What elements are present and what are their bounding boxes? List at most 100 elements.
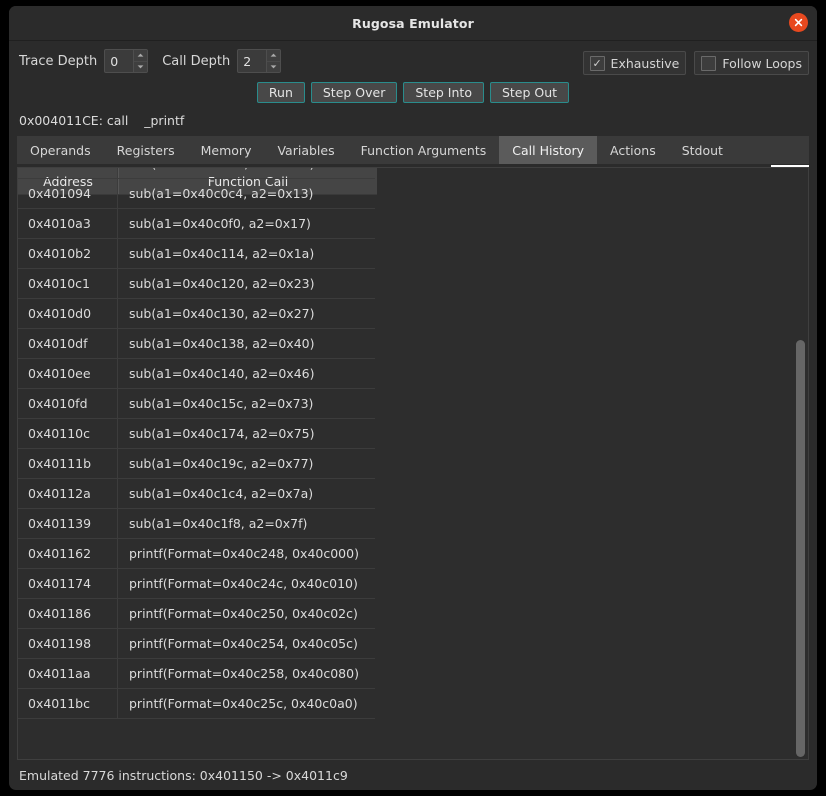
cell-address: 0x4011bc [18,689,118,719]
table-body: 0x401085sub(a1=0x40c0b0, a2=0x0d)0x40109… [18,168,808,759]
call-depth-label: Call Depth [162,53,231,69]
cell-address: 0x401139 [18,509,118,539]
cell-address: 0x40111b [18,449,118,479]
tab-actions[interactable]: Actions [597,136,669,164]
title-bar: Rugosa Emulator [9,6,817,41]
call-depth-down-icon[interactable] [267,62,280,73]
step-into-button[interactable]: Step Into [403,82,484,103]
table-row[interactable]: 0x4010fd sub(a1=0x40c15c, a2=0x73) [18,389,375,419]
table-row[interactable]: 0x4011aa printf(Format=0x40c258, 0x40c080… [18,659,375,689]
option-checkboxes: ✓ Exhaustive Follow Loops [575,51,809,75]
tab-bar: Operands Registers Memory Variables Function… [17,136,809,167]
cell-address: 0x401094 [18,179,118,209]
cell-function-call: sub(a1=0x40c174, a2=0x75) [118,419,375,449]
cell-address: 0x4010a3 [18,209,118,239]
call-history-table: Address Function Call 0x401085sub(a1=0x4… [17,167,809,760]
tab-memory[interactable]: Memory [188,136,265,164]
cell-function-call: printf(Format=0x40c25c, 0x40c0a0) [118,689,375,719]
table-row[interactable]: 0x40111b sub(a1=0x40c19c, a2=0x77) [18,449,375,479]
table-row[interactable]: 0x401174 printf(Format=0x40c24c, 0x40c010… [18,569,375,599]
table-row[interactable]: 0x4010a3 sub(a1=0x40c0f0, a2=0x17) [18,209,375,239]
cell-address: 0x40110c [18,419,118,449]
trace-depth-up-icon[interactable] [134,50,148,62]
cell-function-call: sub(a1=0x40c0c4, a2=0x13) [118,179,375,209]
follow-loops-checkbox[interactable]: Follow Loops [694,51,809,75]
tab-function-arguments[interactable]: Function Arguments [348,136,500,164]
table-row[interactable]: 0x4010ee sub(a1=0x40c140, a2=0x46) [18,359,375,389]
cell-function-call: sub(a1=0x40c1c4, a2=0x7a) [118,479,375,509]
call-depth-stepper[interactable] [237,49,282,73]
table-row[interactable]: 0x4010d0 sub(a1=0x40c130, a2=0x27) [18,299,375,329]
table-row[interactable]: 0x4010df sub(a1=0x40c138, a2=0x40) [18,329,375,359]
table-row[interactable]: 0x4010b2 sub(a1=0x40c114, a2=0x1a) [18,239,375,269]
tab-stdout[interactable]: Stdout [669,136,736,164]
tab-registers[interactable]: Registers [104,136,188,164]
toolbar: Trace Depth Call Depth [9,41,817,81]
table-row[interactable]: 0x40112a sub(a1=0x40c1c4, a2=0x7a) [18,479,375,509]
table-row[interactable]: 0x401186 printf(Format=0x40c250, 0x40c02c… [18,599,375,629]
cell-function-call: sub(a1=0x40c1f8, a2=0x7f) [118,509,375,539]
tab-operands[interactable]: Operands [17,136,104,164]
table-row[interactable]: 0x401085sub(a1=0x40c0b0, a2=0x0d) [18,168,375,179]
trace-depth-down-icon[interactable] [134,62,147,73]
call-depth-up-icon[interactable] [267,50,281,62]
cell-function-call: sub(a1=0x40c19c, a2=0x77) [118,449,375,479]
trace-depth-label: Trace Depth [19,53,98,69]
cell-function-call: printf(Format=0x40c250, 0x40c02c) [118,599,375,629]
current-instruction-line: 0x004011CE: call _printf [19,113,185,128]
emulator-window: Rugosa Emulator Trace Depth Call Depth [9,6,817,790]
close-x-icon [794,18,803,27]
exhaustive-checkbox[interactable]: ✓ Exhaustive [582,51,687,75]
table-row[interactable]: 0x401094 sub(a1=0x40c0c4, a2=0x13) [18,179,375,209]
tab-call-history[interactable]: Call History [499,136,598,164]
cell-function-call: sub(a1=0x40c138, a2=0x40) [118,329,375,359]
cell-address: 0x4010fd [18,389,118,419]
cell-function-call: printf(Format=0x40c258, 0x40c080) [118,659,375,689]
table-row[interactable]: 0x40110c sub(a1=0x40c174, a2=0x75) [18,419,375,449]
step-over-button[interactable]: Step Over [310,82,398,103]
cell-address: 0x4010b2 [18,239,118,269]
table-row[interactable]: 0x401139 sub(a1=0x40c1f8, a2=0x7f) [18,509,375,539]
table-row[interactable]: 0x4011bc printf(Format=0x40c25c, 0x40c0a0… [18,689,375,719]
follow-loops-label: Follow Loops [722,55,802,71]
vertical-scrollbar[interactable] [795,170,806,757]
cell-function-call: sub(a1=0x40c140, a2=0x46) [118,359,375,389]
cell-function-call: sub(a1=0x40c15c, a2=0x73) [118,389,375,419]
cell-address: 0x4010ee [18,359,118,389]
cell-function-call: printf(Format=0x40c248, 0x40c000) [118,539,375,569]
status-bar: Emulated 7776 instructions: 0x401150 -> … [9,760,817,790]
cell-function-call: printf(Format=0x40c24c, 0x40c010) [118,569,375,599]
trace-depth-arrows[interactable] [133,50,148,73]
window-title: Rugosa Emulator [352,15,474,31]
exhaustive-check-icon[interactable]: ✓ [589,55,605,71]
run-button[interactable]: Run [256,82,305,103]
table-row[interactable]: 0x401198 printf(Format=0x40c254, 0x40c05c… [18,629,375,659]
tab-variables[interactable]: Variables [264,136,347,164]
action-button-bar: Run Step Over Step Into Step Out [9,81,817,107]
step-out-button[interactable]: Step Out [489,82,570,103]
scrollbar-thumb[interactable] [796,340,805,757]
table-rows: 0x401085sub(a1=0x40c0b0, a2=0x0d)0x40109… [18,168,808,719]
call-depth-arrows[interactable] [266,50,281,73]
cell-function-call: sub(a1=0x40c114, a2=0x1a) [118,239,375,269]
table-row[interactable]: 0x401162 printf(Format=0x40c248, 0x40c000… [18,539,375,569]
trace-depth-input[interactable] [105,50,134,72]
follow-loops-check-icon[interactable] [701,55,717,71]
cell-address: 0x401162 [18,539,118,569]
cell-address: 0x401186 [18,599,118,629]
cell-address: 0x40112a [18,479,118,509]
cell-address: 0x4010d0 [18,299,118,329]
trace-depth-stepper[interactable] [104,49,149,73]
call-depth-input[interactable] [238,50,267,72]
cell-address: 0x4011aa [18,659,118,689]
cell-address: 0x401174 [18,569,118,599]
cell-address: 0x4010c1 [18,269,118,299]
status-text: Emulated 7776 instructions: 0x401150 -> … [19,767,348,783]
table-row[interactable]: 0x4010c1 sub(a1=0x40c120, a2=0x23) [18,269,375,299]
cell-function-call: sub(a1=0x40c120, a2=0x23) [118,269,375,299]
cell-address: 0x401198 [18,629,118,659]
cell-function-call: sub(a1=0x40c0b0, a2=0x0d) [118,168,375,179]
cell-address: 0x4010df [18,329,118,359]
close-icon[interactable] [789,13,808,32]
exhaustive-label: Exhaustive [610,55,680,71]
